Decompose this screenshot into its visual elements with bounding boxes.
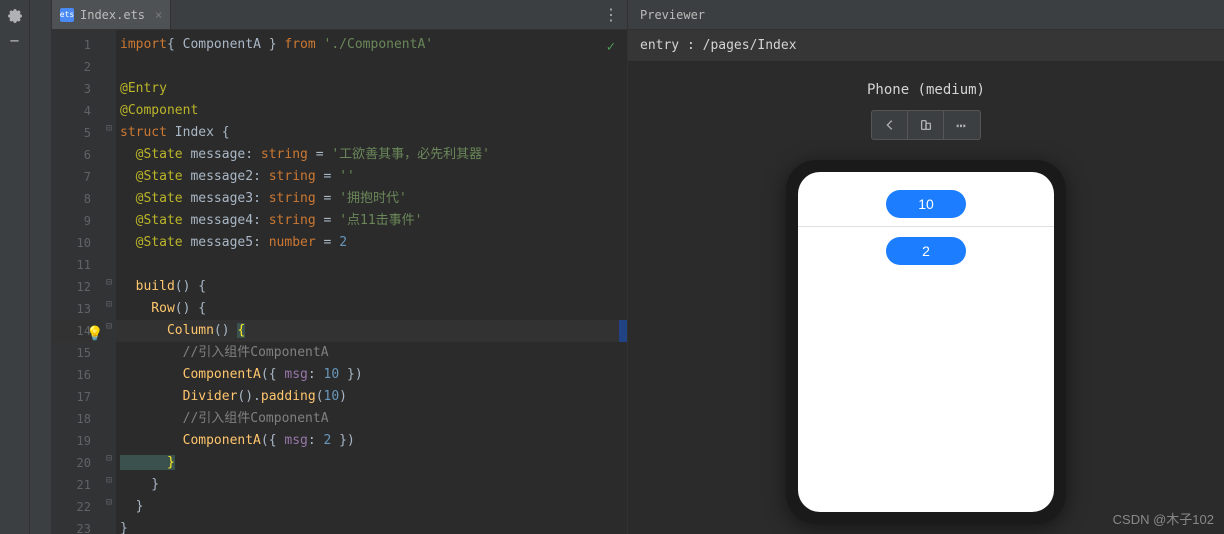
line-number: 22 bbox=[52, 496, 91, 518]
ets-file-icon: ets bbox=[60, 8, 74, 22]
line-number: 20 bbox=[52, 452, 91, 474]
code-editor[interactable]: ✓ import{ ComponentA } from './Component… bbox=[116, 30, 627, 534]
line-number: 16 bbox=[52, 364, 91, 386]
back-icon[interactable] bbox=[872, 111, 908, 139]
line-number: 1 bbox=[52, 34, 91, 56]
more-icon[interactable]: ⋯ bbox=[944, 111, 980, 139]
previewer-panel: Previewer entry : /pages/Index Phone (me… bbox=[627, 0, 1224, 534]
previewer-entry-path: entry : /pages/Index bbox=[640, 38, 797, 53]
line-number: 3 bbox=[52, 78, 91, 100]
line-number: 6 bbox=[52, 144, 91, 166]
editor-tab-bar: ets Index.ets × ⋮ bbox=[52, 0, 627, 30]
phone-mockup: 10 2 bbox=[786, 160, 1066, 524]
preview-divider bbox=[798, 226, 1054, 227]
fold-icon[interactable]: ⊟ bbox=[104, 476, 114, 486]
preview-button-2[interactable]: 2 bbox=[886, 237, 966, 265]
preview-button-10[interactable]: 10 bbox=[886, 190, 966, 218]
fold-icon[interactable]: ⊟ bbox=[104, 300, 114, 310]
editor-area: ets Index.ets × ⋮ 1 2 3 4 5 6 7 8 9 10 1… bbox=[52, 0, 627, 534]
line-number: 23 bbox=[52, 518, 91, 534]
previewer-toolbar: entry : /pages/Index bbox=[628, 30, 1224, 62]
previewer-title: Previewer bbox=[640, 8, 705, 22]
code-container: 1 2 3 4 5 6 7 8 9 10 11 12 13 14 15 16 1… bbox=[52, 30, 627, 534]
line-number: 19 bbox=[52, 430, 91, 452]
tab-more-icon[interactable]: ⋮ bbox=[603, 5, 627, 24]
project-strip bbox=[30, 0, 52, 534]
minimize-icon[interactable]: − bbox=[7, 32, 23, 48]
line-gutter: 1 2 3 4 5 6 7 8 9 10 11 12 13 14 15 16 1… bbox=[52, 30, 102, 534]
line-number: 7 bbox=[52, 166, 91, 188]
line-number: 12 bbox=[52, 276, 91, 298]
phone-screen: 10 2 bbox=[798, 172, 1054, 512]
line-number: 15 bbox=[52, 342, 91, 364]
device-controls: ⋯ bbox=[871, 110, 981, 140]
left-toolbar: − bbox=[0, 0, 30, 534]
watermark: CSDN @木子102 bbox=[1113, 509, 1214, 528]
line-number: 10 bbox=[52, 232, 91, 254]
line-number: 8 bbox=[52, 188, 91, 210]
line-number: 11 bbox=[52, 254, 91, 276]
fold-icon[interactable]: ⊟ bbox=[104, 498, 114, 508]
bulb-icon[interactable]: 💡 bbox=[86, 323, 100, 337]
tab-index-ets[interactable]: ets Index.ets × bbox=[52, 0, 171, 29]
line-number: 18 bbox=[52, 408, 91, 430]
tab-close-icon[interactable]: × bbox=[155, 8, 162, 22]
line-number: 2 bbox=[52, 56, 91, 78]
previewer-body: Phone (medium) ⋯ 10 2 CSDN @木子102 bbox=[628, 62, 1224, 534]
rotate-icon[interactable] bbox=[908, 111, 944, 139]
fold-icon[interactable]: ⊟ bbox=[104, 322, 114, 332]
fold-icon[interactable]: ⊟ bbox=[104, 124, 114, 134]
previewer-header: Previewer bbox=[628, 0, 1224, 30]
device-label: Phone (medium) bbox=[867, 82, 985, 98]
line-number: 21 bbox=[52, 474, 91, 496]
line-number: 9 bbox=[52, 210, 91, 232]
fold-icon[interactable]: ⊟ bbox=[104, 454, 114, 464]
line-number: 4 bbox=[52, 100, 91, 122]
fold-icon[interactable]: ⊟ bbox=[104, 278, 114, 288]
gear-icon[interactable] bbox=[7, 8, 23, 24]
line-number: 13 bbox=[52, 298, 91, 320]
tab-filename: Index.ets bbox=[80, 8, 145, 22]
line-number: 5 bbox=[52, 122, 91, 144]
fold-column: ⊟ ⊟ ⊟ ⊟ ⊟ ⊟ ⊟ bbox=[102, 30, 116, 534]
line-number: 17 bbox=[52, 386, 91, 408]
